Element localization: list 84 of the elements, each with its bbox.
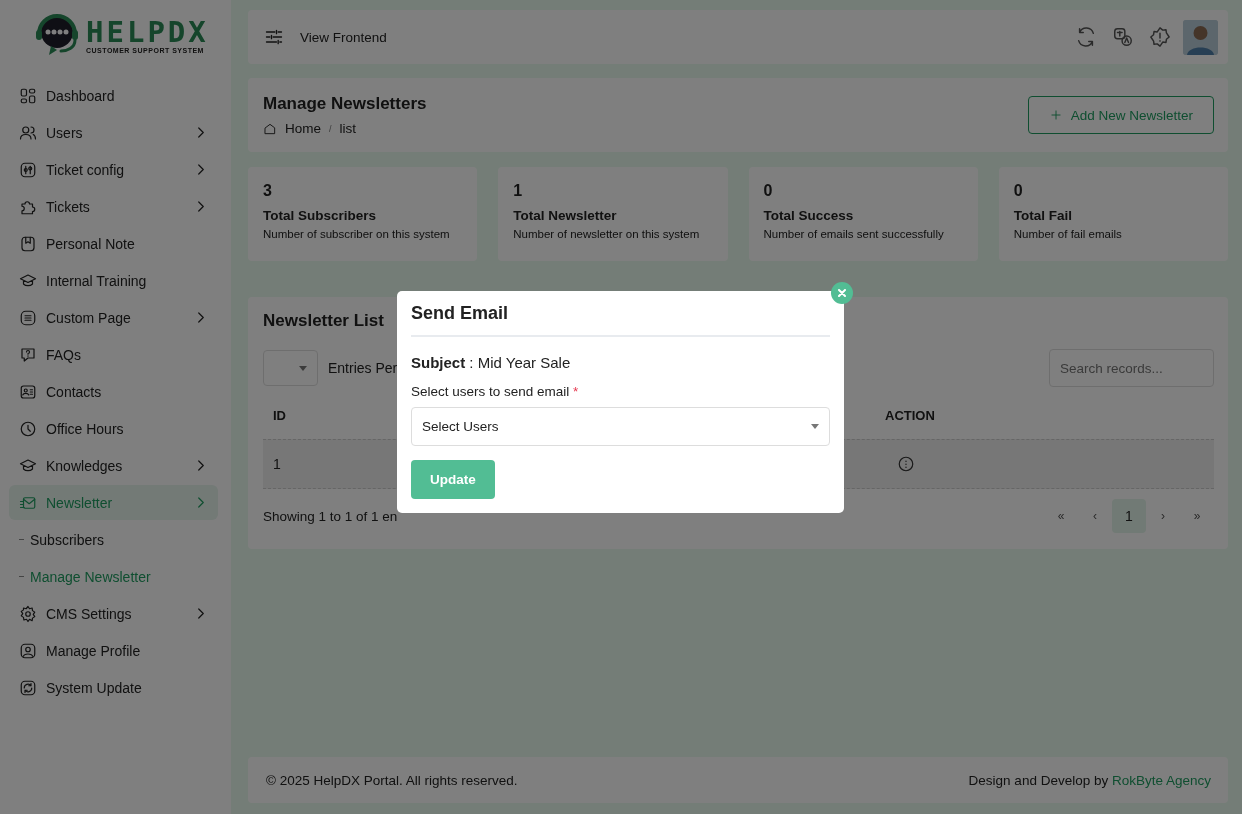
table-cell-text: 1	[273, 456, 282, 472]
stat-title: Total Success	[763, 208, 855, 223]
menu-item-icon	[19, 86, 37, 105]
caret-down-icon	[299, 365, 307, 371]
menu-item-icon	[19, 641, 37, 660]
menu-item-icon	[19, 345, 37, 364]
agency-link[interactable]: RokByte Agency	[1111, 772, 1211, 788]
table-info: Showing 1 to 1 of 1 en	[263, 508, 399, 524]
entries-label: Entries Per	[328, 360, 398, 376]
chevron-right-icon	[198, 164, 204, 175]
refresh-icon[interactable]	[1075, 26, 1097, 48]
menu-item-icon	[19, 123, 37, 142]
sidebar-item[interactable]: Knowledges	[9, 448, 218, 483]
sidebar-item[interactable]: Manage Profile	[9, 633, 218, 668]
menu-item-icon	[19, 308, 37, 327]
menu-item-icon	[19, 604, 37, 623]
sidebar-item[interactable]: Dashboard	[9, 78, 218, 113]
column-header: ACTION	[885, 407, 936, 423]
subject-text: Subject : Mid Year Sale	[411, 354, 572, 371]
credit-text: Design and Develop by RokByte Agency	[968, 772, 1211, 788]
search-field[interactable]: Search records...	[1049, 349, 1214, 387]
breadcrumb-link[interactable]: list	[339, 121, 357, 136]
page-button[interactable]: ‹	[1078, 499, 1112, 533]
menu-item-icon	[19, 382, 37, 401]
avatar-icon[interactable]	[1183, 19, 1218, 55]
page-title: Manage Newsletters	[263, 94, 428, 114]
chevron-right-icon	[198, 460, 204, 471]
sidebar-item[interactable]: Users	[9, 115, 218, 150]
home-icon	[263, 121, 277, 136]
users-select[interactable]: Select Users	[411, 407, 830, 446]
sliders-icon[interactable]	[264, 27, 284, 47]
stat-title: Total Subscribers	[263, 208, 378, 223]
chevron-right-icon	[198, 312, 204, 323]
sidebar-item[interactable]: Personal Note	[9, 226, 218, 261]
add-newsletter-button[interactable]: Add New Newsletter	[1027, 96, 1214, 134]
chevron-right-icon	[198, 201, 204, 212]
sidebar-subitem[interactable]: Subscribers	[9, 522, 218, 557]
sidebar-item[interactable]: Internal Training	[9, 263, 218, 298]
page-button[interactable]: 1	[1112, 499, 1146, 533]
alert-badge-icon[interactable]	[1149, 26, 1171, 48]
sidebar-item[interactable]: Custom Page	[9, 300, 218, 335]
stat-value: 3	[263, 182, 273, 200]
menu-item-icon	[19, 678, 37, 697]
chevron-right-icon	[198, 608, 204, 619]
sidebar-item[interactable]: FAQs	[9, 337, 218, 372]
page-button[interactable]: »	[1180, 499, 1214, 533]
close-icon	[838, 289, 846, 297]
stat-description: Number of fail emails	[1013, 228, 1123, 240]
menu-item-icon	[19, 160, 37, 179]
sidebar-item[interactable]: Ticket config	[9, 152, 218, 187]
sidebar-item[interactable]: Contacts	[9, 374, 218, 409]
stat-description: Number of newsletter on this system	[513, 228, 701, 240]
chevron-right-icon	[198, 497, 204, 508]
translate-icon[interactable]	[1112, 26, 1134, 48]
stat-title: Total Fail	[1013, 208, 1073, 223]
sidebar-subitem[interactable]: Manage Newsletter	[9, 559, 218, 594]
more-options-icon[interactable]	[897, 455, 915, 473]
chevron-right-icon	[198, 127, 204, 138]
page-button[interactable]: «	[1044, 499, 1078, 533]
stat-value: 0	[763, 182, 774, 200]
card-title: Newsletter List	[263, 311, 384, 331]
logo-name: HELPDX	[86, 16, 209, 47]
sidebar-item[interactable]: Tickets	[9, 189, 218, 224]
stat-title: Total Newsletter	[513, 208, 618, 223]
copyright-text: © 2025 HelpDX Portal. All rights reserved.	[266, 772, 519, 788]
column-header: ID	[273, 407, 287, 423]
stat-value: 0	[1013, 182, 1024, 200]
stat-description: Number of emails sent successfully	[763, 228, 945, 240]
sidebar-item[interactable]: Office Hours	[9, 411, 218, 446]
sidebar-item[interactable]: System Update	[9, 670, 218, 705]
page-button[interactable]: ›	[1146, 499, 1180, 533]
menu-item-icon	[19, 419, 37, 438]
modal-title: Send Email	[411, 303, 830, 337]
close-button[interactable]	[831, 282, 853, 304]
field-label: Select users to send email	[411, 384, 570, 399]
stat-description: Number of subscriber on this system	[263, 228, 451, 240]
breadcrumb-separator: /	[329, 123, 332, 134]
required-mark: *	[573, 384, 579, 399]
menu-item-icon	[19, 234, 37, 253]
breadcrumb-link[interactable]: Home	[285, 121, 321, 136]
sidebar-item[interactable]: CMS Settings	[9, 596, 218, 631]
plus-icon	[1048, 108, 1063, 122]
caret-down-icon	[811, 424, 819, 429]
stat-value: 1	[513, 182, 524, 200]
